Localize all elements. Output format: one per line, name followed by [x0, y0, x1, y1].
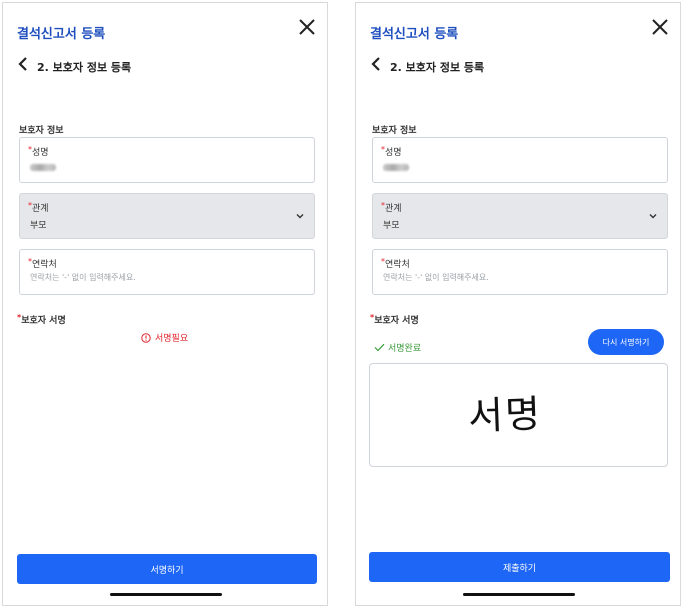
name-value-blurred	[30, 164, 56, 171]
chevron-down-icon	[296, 214, 304, 219]
name-label: *성명	[28, 145, 49, 158]
name-value-blurred	[383, 164, 409, 171]
signature-image: 서명	[467, 391, 543, 439]
name-label: *성명	[381, 145, 402, 158]
relation-value: 부모	[30, 221, 47, 231]
back-chevron-icon[interactable]	[17, 57, 29, 71]
contact-field[interactable]: *연락처 연락처는 '-' 없이 입력해주세요.	[19, 249, 315, 295]
alert-circle-icon	[141, 332, 151, 343]
back-chevron-icon[interactable]	[370, 57, 382, 71]
signature-required-status: 서명필요	[141, 331, 188, 344]
screen-signature-complete: 결석신고서 등록 2. 보호자 정보 등록 보호자 정보 *성명 *관계 부모 …	[355, 2, 681, 606]
sign-button[interactable]: 서명하기	[17, 554, 317, 584]
chevron-down-icon	[649, 214, 657, 219]
contact-field[interactable]: *연락처 연락처는 '-' 없이 입력해주세요.	[372, 249, 668, 295]
name-field[interactable]: *성명	[19, 137, 315, 183]
contact-placeholder: 연락처는 '-' 없이 입력해주세요.	[383, 273, 489, 282]
section-title: 보호자 정보	[19, 126, 64, 136]
submit-button[interactable]: 제출하기	[369, 552, 670, 582]
signature-pad[interactable]: 서명	[369, 363, 668, 467]
relation-value: 부모	[383, 221, 400, 231]
signature-label: *보호자 서명	[17, 313, 66, 326]
relation-select[interactable]: *관계 부모	[372, 193, 668, 239]
page-title: 결석신고서 등록	[17, 27, 106, 42]
relation-label: *관계	[381, 201, 402, 214]
contact-label: *연락처	[381, 257, 410, 270]
contact-placeholder: 연락처는 '-' 없이 입력해주세요.	[30, 273, 136, 282]
step-title: 2. 보호자 정보 등록	[390, 61, 485, 74]
contact-label: *연락처	[28, 257, 57, 270]
page-title: 결석신고서 등록	[370, 27, 459, 42]
step-title: 2. 보호자 정보 등록	[37, 61, 132, 74]
close-icon[interactable]	[297, 17, 317, 37]
resign-button[interactable]: 다시 서명하기	[588, 329, 664, 355]
relation-label: *관계	[28, 201, 49, 214]
relation-select[interactable]: *관계 부모	[19, 193, 315, 239]
section-title: 보호자 정보	[372, 126, 417, 136]
signature-complete-status: 서명완료	[374, 341, 421, 354]
check-icon	[374, 343, 385, 352]
name-field[interactable]: *성명	[372, 137, 668, 183]
close-icon[interactable]	[650, 17, 670, 37]
home-indicator	[110, 593, 222, 596]
screen-signature-needed: 결석신고서 등록 2. 보호자 정보 등록 보호자 정보 *성명 *관계 부모 …	[2, 2, 328, 606]
signature-label: *보호자 서명	[370, 313, 419, 326]
home-indicator	[463, 593, 575, 596]
